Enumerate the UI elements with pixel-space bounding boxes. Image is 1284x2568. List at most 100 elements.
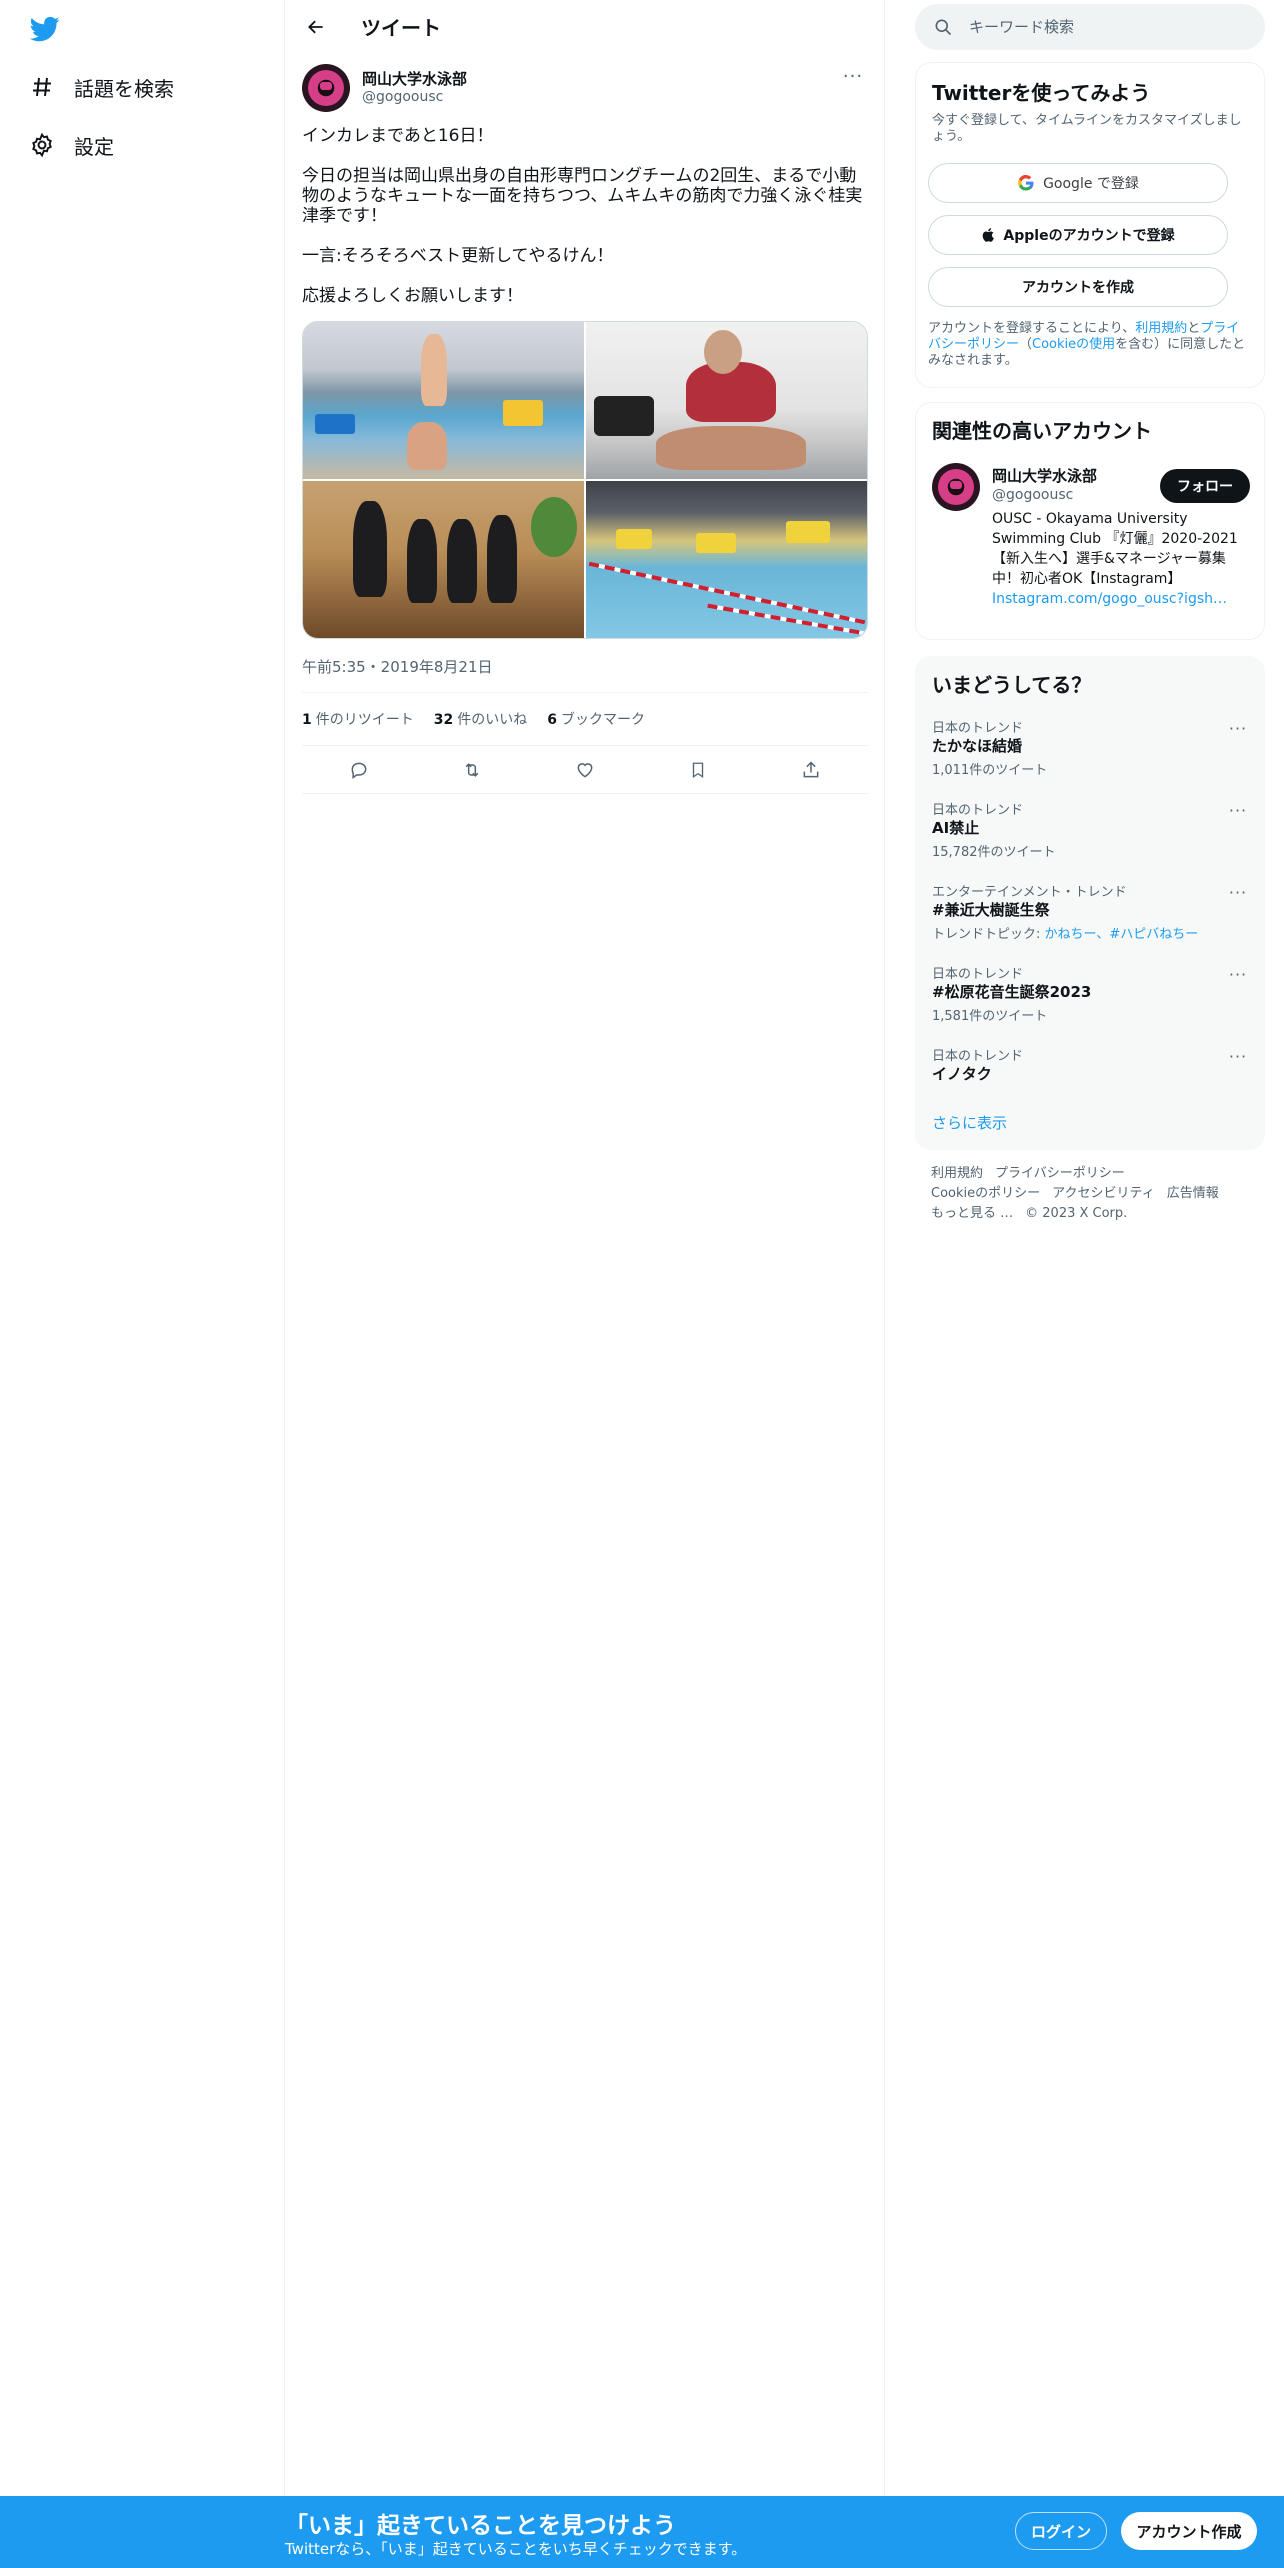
more-options-icon[interactable]: ··· xyxy=(1226,719,1250,738)
lane-rope xyxy=(588,561,866,625)
footer-link-ads[interactable]: 広告情報 xyxy=(1167,1184,1219,1204)
terms-text: （ xyxy=(1019,337,1033,352)
trend-context: 日本のトレンド xyxy=(932,721,1024,736)
tweet-media-grid xyxy=(302,321,868,639)
retweets-label: 件のリツイート xyxy=(315,712,414,728)
photo-object xyxy=(315,414,355,434)
photo-figure xyxy=(447,519,477,603)
tweet-timestamp[interactable]: 午前5:35・2019年8月21日 xyxy=(302,656,493,677)
footer-link-privacy[interactable]: プライバシーポリシー xyxy=(995,1164,1125,1184)
photo-object xyxy=(594,396,654,436)
bio-text: OUSC - Okayama University Swimming Club … xyxy=(992,511,1238,587)
avatar[interactable] xyxy=(302,64,350,112)
signup-card: Twitterを使ってみよう 今すぐ登録して、タイムラインをカスタマイズしましょ… xyxy=(915,62,1265,388)
likes-stat[interactable]: 32 件のいいね xyxy=(434,709,527,729)
trend-context: 日本のトレンド xyxy=(932,803,1024,818)
photo-figure xyxy=(704,330,742,374)
related-accounts-card: 関連性の高いアカウント 岡山大学水泳部 @gogoousc フォロー OUSC … xyxy=(915,402,1265,640)
more-options-icon[interactable]: ··· xyxy=(1226,883,1250,902)
terms-link[interactable]: 利用規約 xyxy=(1135,321,1187,336)
footer-link-cookie[interactable]: Cookieのポリシー xyxy=(931,1184,1040,1204)
trend-count: 1,011件のツイート xyxy=(932,763,1048,778)
bio-link[interactable]: Instagram.com/gogo_ousc?igsh… xyxy=(992,591,1227,607)
trend-context: 日本のトレンド xyxy=(932,967,1024,982)
trend-context: エンターテインメント・トレンド xyxy=(932,885,1127,900)
tweet-photo-3[interactable] xyxy=(303,481,584,638)
bottom-signup-bar: 「いま」起きていることを見つけよう Twitterなら、「いま」起きていることを… xyxy=(0,2496,1284,2568)
author-name[interactable]: 岡山大学水泳部 xyxy=(362,68,467,89)
page-title: ツイート xyxy=(361,16,441,40)
right-sidebar: Twitterを使ってみよう 今すぐ登録して、タイムラインをカスタマイズしましょ… xyxy=(885,0,1284,2568)
follow-button[interactable]: フォロー xyxy=(1160,469,1250,503)
more-options-icon[interactable]: ··· xyxy=(838,66,868,87)
trend-context: 日本のトレンド xyxy=(932,1049,1024,1064)
photo-object xyxy=(786,521,830,543)
photo-figure xyxy=(487,515,517,603)
arrow-left-icon xyxy=(308,20,323,33)
trend-item[interactable]: 日本のトレンド #松原花音生誕祭2023 1,581件のツイート ··· xyxy=(916,963,1266,1045)
trend-topic-prefix: トレンドトピック: xyxy=(932,927,1045,942)
copyright: © 2023 X Corp. xyxy=(1025,1206,1128,1221)
reply-icon[interactable] xyxy=(341,752,377,788)
photo-object xyxy=(503,400,543,426)
sidebar-item-explore[interactable]: 話題を検索 xyxy=(28,62,174,112)
footer-link-terms[interactable]: 利用規約 xyxy=(931,1164,983,1184)
create-account-button[interactable]: アカウントを作成 xyxy=(928,267,1228,307)
apple-icon xyxy=(983,228,995,242)
trend-item[interactable]: 日本のトレンド AI禁止 15,782件のツイート ··· xyxy=(916,799,1266,881)
retweets-stat[interactable]: 1 件のリツイート xyxy=(302,709,414,729)
main-header: ツイート xyxy=(285,0,885,53)
cookie-link[interactable]: Cookieの使用 xyxy=(1032,337,1115,352)
related-title: 関連性の高いアカウント xyxy=(932,419,1152,443)
twitter-bird-icon[interactable] xyxy=(28,14,62,44)
more-options-icon[interactable]: ··· xyxy=(1226,801,1250,820)
main-column: ツイート 岡山大学水泳部 @gogoousc ··· インカレまであと16日！ … xyxy=(285,0,885,2568)
avatar[interactable] xyxy=(932,463,980,511)
trend-item[interactable]: エンターテインメント・トレンド #兼近大樹誕生祭 トレンドトピック: かねちー、… xyxy=(916,881,1266,963)
trend-name: #兼近大樹誕生祭 xyxy=(932,901,1050,919)
search-bar[interactable] xyxy=(915,4,1265,50)
related-account-name[interactable]: 岡山大学水泳部 xyxy=(992,465,1097,486)
trend-name: AI禁止 xyxy=(932,819,980,837)
tweet-text: インカレまであと16日！ 今日の担当は岡山県出身の自由形専門ロングチームの2回生… xyxy=(302,126,868,326)
apple-signup-label: Appleのアカウントで登録 xyxy=(1003,228,1175,244)
gear-icon xyxy=(28,131,56,159)
photo-figure xyxy=(407,519,437,603)
likes-label: 件のいいね xyxy=(457,712,528,728)
back-button[interactable] xyxy=(299,10,333,44)
bookmarks-stat[interactable]: 6 ブックマーク xyxy=(547,709,645,729)
tweet-photo-4[interactable] xyxy=(586,481,867,638)
tweet-photo-2[interactable] xyxy=(586,322,867,479)
tweet-actions xyxy=(302,746,868,794)
related-account-handle[interactable]: @gogoousc xyxy=(992,487,1073,503)
login-button[interactable]: ログイン xyxy=(1015,2512,1107,2550)
sidebar-item-settings[interactable]: 設定 xyxy=(28,120,114,170)
avatar-logo-mark xyxy=(950,481,962,489)
google-signup-button[interactable]: Google で登録 xyxy=(928,163,1228,203)
photo-figure xyxy=(407,422,447,470)
more-options-icon[interactable]: ··· xyxy=(1226,965,1250,984)
retweet-icon[interactable] xyxy=(454,752,490,788)
share-icon[interactable] xyxy=(793,752,829,788)
tweet-author: 岡山大学水泳部 @gogoousc ··· xyxy=(302,64,868,114)
trend-item[interactable]: 日本のトレンド たかなほ結婚 1,011件のツイート ··· xyxy=(916,717,1266,799)
more-options-icon[interactable]: ··· xyxy=(1226,1047,1250,1066)
show-more-link[interactable]: さらに表示 xyxy=(932,1112,1007,1133)
trend-count: 15,782件のツイート xyxy=(932,845,1056,860)
footer-link-accessibility[interactable]: アクセシビリティ xyxy=(1052,1184,1155,1204)
trend-topic-links[interactable]: かねちー、#ハピバねちー xyxy=(1045,927,1199,942)
trend-count: 1,581件のツイート xyxy=(932,1009,1048,1024)
like-icon[interactable] xyxy=(567,752,603,788)
footer-link-more[interactable]: もっと見る … xyxy=(931,1204,1013,1224)
trend-name: #松原花音生誕祭2023 xyxy=(932,983,1092,1001)
bookmark-icon[interactable] xyxy=(680,752,716,788)
search-input[interactable] xyxy=(969,18,1249,36)
bottom-bar-title: 「いま」起きていることを見つけよう xyxy=(285,2513,676,2539)
photo-object xyxy=(616,529,652,549)
tweet-paragraph: 一言:そろそろベスト更新してやるけん！ xyxy=(302,246,614,266)
author-handle[interactable]: @gogoousc xyxy=(362,89,443,105)
signup-button[interactable]: アカウント作成 xyxy=(1121,2512,1257,2550)
apple-signup-button[interactable]: Appleのアカウントで登録 xyxy=(928,215,1228,255)
footer-links: 利用規約 プライバシーポリシー Cookieのポリシー アクセシビリティ 広告情報 も… xyxy=(931,1164,1251,1224)
tweet-photo-1[interactable] xyxy=(303,322,584,479)
